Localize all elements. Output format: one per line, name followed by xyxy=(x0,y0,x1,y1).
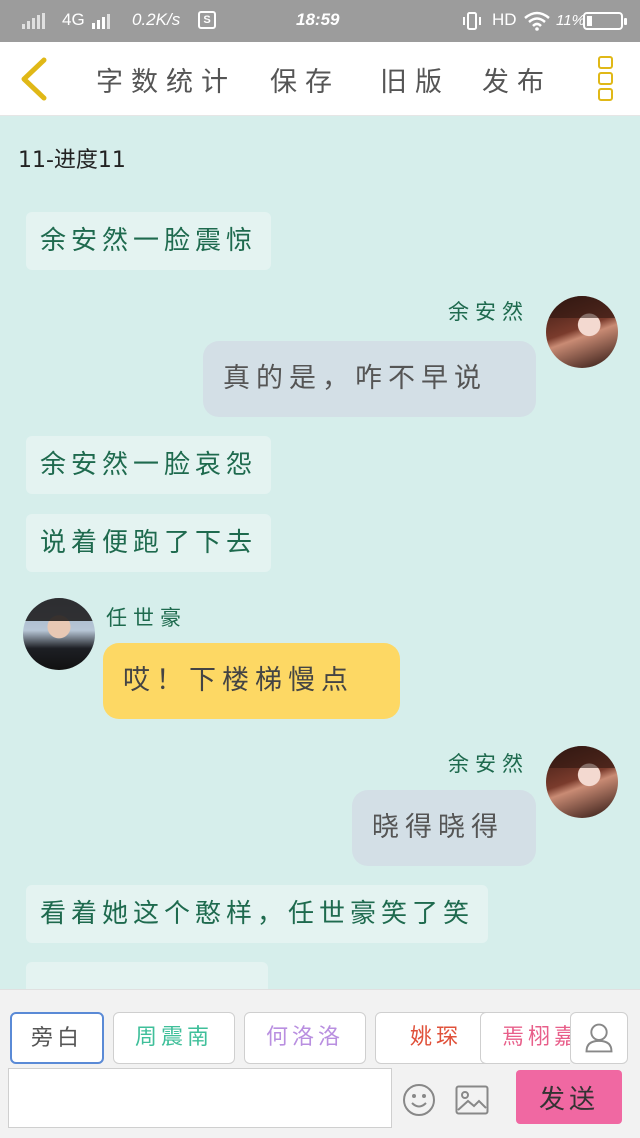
role-tab[interactable]: 周震南 xyxy=(113,1012,235,1064)
more-menu-icon[interactable] xyxy=(598,56,614,106)
signal-strength-icon xyxy=(92,13,110,29)
avatar[interactable] xyxy=(23,598,95,670)
message-input[interactable] xyxy=(8,1068,392,1128)
narration-message[interactable]: 余安然一脸震惊 xyxy=(26,212,272,270)
avatar[interactable] xyxy=(546,746,618,818)
composer-panel: 旁白 周震南 何洛洛 姚琛 焉栩嘉 发送 xyxy=(0,989,640,1138)
hd-indicator: HD xyxy=(492,10,517,29)
chat-bubble-right[interactable]: 晓得晓得 xyxy=(352,790,536,866)
signal-icon xyxy=(22,13,45,29)
avatar[interactable] xyxy=(546,296,618,368)
s-badge-icon: S xyxy=(198,11,216,29)
vibrate-icon xyxy=(463,12,481,30)
sender-name: 任世豪 xyxy=(106,606,187,630)
narration-message[interactable] xyxy=(26,962,268,989)
publish-button[interactable]: 发布 xyxy=(482,60,552,99)
narration-message[interactable]: 余安然一脸哀怨 xyxy=(26,436,272,494)
emoji-icon[interactable] xyxy=(402,1083,436,1117)
chat-bubble-right[interactable]: 真的是，咋不早说 xyxy=(203,341,536,417)
chat-area[interactable]: 11-进度11 余安然一脸震惊 余安然 真的是，咋不早说 余安然一脸哀怨 说着便… xyxy=(0,116,640,989)
image-icon[interactable] xyxy=(455,1085,489,1115)
top-bar: 字数统计 保存 旧版 发布 xyxy=(0,42,640,116)
person-icon xyxy=(585,1023,613,1053)
sender-name: 余安然 xyxy=(448,300,529,324)
role-tab[interactable]: 姚琛 xyxy=(375,1012,497,1064)
battery-percent: 11% xyxy=(556,12,585,29)
role-tabs: 旁白 周震南 何洛洛 姚琛 焉栩嘉 xyxy=(10,1012,570,1064)
save-button[interactable]: 保存 xyxy=(270,60,340,99)
network-type: 4G xyxy=(62,10,85,29)
back-icon[interactable] xyxy=(14,56,54,102)
progress-label: 11-进度11 xyxy=(18,148,126,173)
battery-icon xyxy=(583,12,627,30)
role-tab[interactable]: 焉栩嘉 xyxy=(480,1012,570,1064)
role-tab-narrator[interactable]: 旁白 xyxy=(10,1012,104,1064)
add-role-button[interactable] xyxy=(570,1012,628,1064)
word-count-button[interactable]: 字数统计 xyxy=(96,60,236,99)
chat-bubble-left[interactable]: 哎！下楼梯慢点 xyxy=(103,643,400,719)
clock: 18:59 xyxy=(296,10,340,29)
sender-name: 余安然 xyxy=(448,752,529,776)
status-bar: 4G 0.2K/s S 18:59 HD 11% xyxy=(0,0,640,42)
role-tab[interactable]: 何洛洛 xyxy=(244,1012,366,1064)
send-button[interactable]: 发送 xyxy=(516,1070,622,1124)
narration-message[interactable]: 看着她这个憨样，任世豪笑了笑 xyxy=(26,885,489,943)
network-speed: 0.2K/s xyxy=(132,10,181,29)
wifi-icon xyxy=(524,11,550,31)
narration-message[interactable]: 说着便跑了下去 xyxy=(26,514,272,572)
old-version-button[interactable]: 旧版 xyxy=(380,60,450,99)
